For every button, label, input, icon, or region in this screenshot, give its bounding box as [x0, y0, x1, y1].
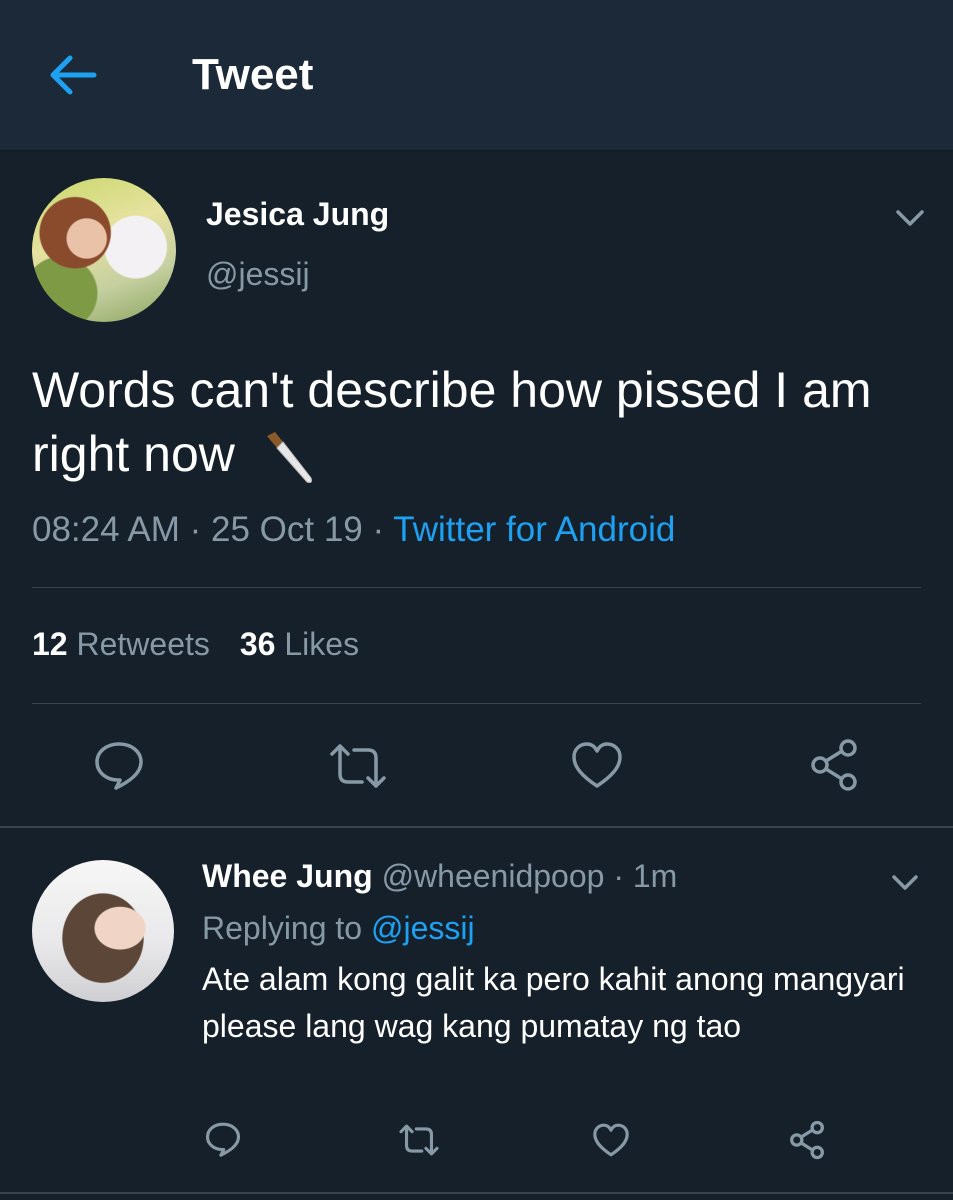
retweets-stat[interactable]: 12 Retweets	[32, 626, 210, 662]
separator: ·	[604, 858, 633, 894]
tweet-text: Words can't describe how pissed I am rig…	[32, 358, 932, 488]
page-title: Tweet	[192, 50, 314, 99]
reply-icon[interactable]	[92, 738, 146, 792]
retweets-count: 12	[32, 626, 68, 662]
tweet-metadata: 08:24 AM · 25 Oct 19 · Twitter for Andro…	[32, 510, 675, 550]
likes-count: 36	[239, 626, 276, 662]
mention-link[interactable]: @jessij	[371, 910, 475, 946]
reply-header: Whee Jung @wheenidpoop · 1m	[202, 858, 677, 895]
tweet-time: 08:24 AM	[32, 510, 180, 549]
separator: ·	[179, 510, 211, 549]
replying-label: Replying to	[202, 910, 363, 946]
source-link[interactable]: Twitter for Android	[393, 510, 675, 549]
tweet-date: 25 Oct 19	[211, 510, 363, 549]
share-icon[interactable]	[788, 1120, 826, 1160]
top-bar: Tweet	[0, 0, 953, 151]
tweet-body: Words can't describe how pissed I am rig…	[32, 362, 872, 482]
share-icon[interactable]	[808, 738, 860, 792]
reply-author-handle[interactable]: @wheenidpoop	[382, 858, 605, 894]
retweet-icon[interactable]	[398, 1122, 440, 1158]
chevron-down-icon[interactable]	[894, 204, 926, 230]
likes-stat[interactable]: 36 Likes	[240, 626, 359, 662]
divider	[32, 703, 921, 704]
engagement-stats: 12 Retweets 36 Likes	[32, 626, 359, 663]
likes-label: Likes	[284, 626, 360, 662]
reply-author-name[interactable]: Whee Jung	[202, 858, 373, 894]
reply-time: 1m	[632, 858, 678, 894]
heart-icon[interactable]	[570, 740, 624, 790]
author-handle[interactable]: @jessij	[206, 256, 310, 293]
reply-text: Ate alam kong galit ka pero kahit anong …	[202, 961, 905, 1044]
avatar[interactable]	[32, 178, 176, 322]
author-name[interactable]: Jesica Jung	[206, 196, 389, 233]
retweet-icon[interactable]	[328, 740, 388, 792]
divider	[0, 1192, 953, 1194]
reply-avatar[interactable]	[32, 860, 174, 1002]
reply-icon[interactable]	[204, 1120, 242, 1158]
heart-icon[interactable]	[592, 1122, 630, 1158]
knife-icon	[266, 431, 312, 483]
retweets-label: Retweets	[76, 626, 210, 662]
replying-to: Replying to @jessij	[202, 910, 475, 947]
chevron-down-icon[interactable]	[890, 870, 920, 894]
divider	[32, 587, 921, 588]
divider	[0, 826, 953, 828]
separator: ·	[362, 510, 394, 549]
arrow-left-icon[interactable]	[48, 52, 98, 98]
